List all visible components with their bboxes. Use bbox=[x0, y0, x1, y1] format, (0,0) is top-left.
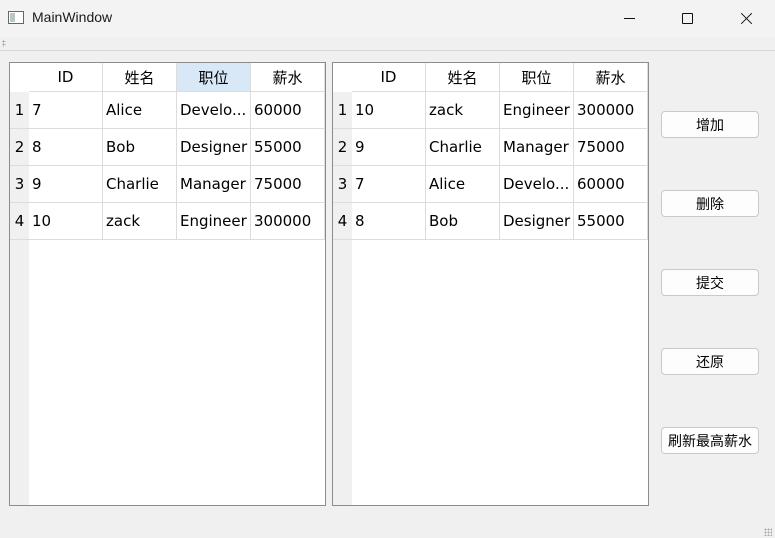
table-cell[interactable]: 60000 bbox=[574, 166, 648, 203]
submit-button[interactable]: 提交 bbox=[661, 269, 759, 296]
table-cell[interactable]: 300000 bbox=[574, 92, 648, 129]
table-cell[interactable]: Manager bbox=[500, 129, 574, 166]
table-cell[interactable]: zack bbox=[426, 92, 500, 129]
maximize-button[interactable] bbox=[658, 0, 716, 37]
table-cell[interactable]: 7 bbox=[352, 166, 426, 203]
column-header-salary[interactable]: 薪水 bbox=[251, 63, 325, 92]
title-bar: MainWindow bbox=[0, 0, 775, 37]
column-header-salary[interactable]: 薪水 bbox=[574, 63, 648, 92]
row-header[interactable]: 3 bbox=[333, 166, 352, 203]
table-cell[interactable]: 9 bbox=[29, 166, 103, 203]
table-cell[interactable]: Charlie bbox=[103, 166, 177, 203]
row-header[interactable]: 4 bbox=[10, 203, 29, 240]
column-header-name[interactable]: 姓名 bbox=[103, 63, 177, 92]
maximize-icon bbox=[681, 13, 693, 24]
table-cell[interactable]: Alice bbox=[426, 166, 500, 203]
table-cell[interactable]: 75000 bbox=[251, 166, 325, 203]
table-corner-button[interactable] bbox=[333, 63, 352, 92]
column-header-position[interactable]: 职位 bbox=[177, 63, 251, 92]
row-header[interactable]: 1 bbox=[10, 92, 29, 129]
table-cell[interactable]: 60000 bbox=[251, 92, 325, 129]
table-cell[interactable]: Charlie bbox=[426, 129, 500, 166]
table-cell[interactable]: zack bbox=[103, 203, 177, 240]
table-cell[interactable]: Develo... bbox=[500, 166, 574, 203]
column-header-id[interactable]: ID bbox=[29, 63, 103, 92]
table-cell[interactable]: 8 bbox=[352, 203, 426, 240]
table-cell[interactable]: Bob bbox=[103, 129, 177, 166]
table-cell[interactable]: Engineer bbox=[177, 203, 251, 240]
row-header[interactable]: 2 bbox=[10, 129, 29, 166]
row-header[interactable]: 2 bbox=[333, 129, 352, 166]
table-cell[interactable]: Designer bbox=[500, 203, 574, 240]
table-cell[interactable]: 55000 bbox=[574, 203, 648, 240]
table-cell[interactable]: 10 bbox=[352, 92, 426, 129]
revert-button[interactable]: 还原 bbox=[661, 348, 759, 375]
table-cell[interactable]: Engineer bbox=[500, 92, 574, 129]
table-cell[interactable]: Bob bbox=[426, 203, 500, 240]
window-title: MainWindow bbox=[32, 9, 113, 25]
table-corner-button[interactable] bbox=[10, 63, 29, 92]
table-cell[interactable]: 75000 bbox=[574, 129, 648, 166]
table-cell[interactable]: 7 bbox=[29, 92, 103, 129]
app-window-icon bbox=[8, 11, 24, 24]
refresh-max-salary-button[interactable]: 刷新最高薪水 bbox=[661, 427, 759, 454]
table-cell[interactable]: Develo... bbox=[177, 92, 251, 129]
close-button[interactable] bbox=[717, 0, 775, 37]
minimize-button[interactable] bbox=[600, 0, 658, 37]
minimize-icon bbox=[623, 18, 635, 19]
row-header[interactable]: 3 bbox=[10, 166, 29, 203]
close-icon bbox=[740, 12, 753, 25]
table-cell[interactable]: 8 bbox=[29, 129, 103, 166]
table-cell[interactable]: 9 bbox=[352, 129, 426, 166]
table-cell[interactable]: 300000 bbox=[251, 203, 325, 240]
row-header[interactable]: 4 bbox=[333, 203, 352, 240]
table-cell[interactable]: 55000 bbox=[251, 129, 325, 166]
table-cell[interactable]: 10 bbox=[29, 203, 103, 240]
column-header-name[interactable]: 姓名 bbox=[426, 63, 500, 92]
employee-table-right[interactable]: ID 姓名 职位 薪水 1 2 3 4 10 zack Engineer 300… bbox=[332, 62, 649, 506]
table-cell[interactable]: Designer bbox=[177, 129, 251, 166]
add-button[interactable]: 增加 bbox=[661, 111, 759, 138]
row-header[interactable]: 1 bbox=[333, 92, 352, 129]
table-cell[interactable]: Manager bbox=[177, 166, 251, 203]
table-cell[interactable]: Alice bbox=[103, 92, 177, 129]
resize-grip-icon[interactable] bbox=[764, 528, 772, 536]
delete-button[interactable]: 删除 bbox=[661, 190, 759, 217]
employee-table-left[interactable]: ID 姓名 职位 薪水 1 2 3 4 7 Alice Develo... 60… bbox=[9, 62, 326, 506]
toolbar-divider bbox=[0, 50, 775, 51]
toolbar-handle-icon[interactable] bbox=[2, 40, 6, 47]
column-header-position[interactable]: 职位 bbox=[500, 63, 574, 92]
column-header-id[interactable]: ID bbox=[352, 63, 426, 92]
